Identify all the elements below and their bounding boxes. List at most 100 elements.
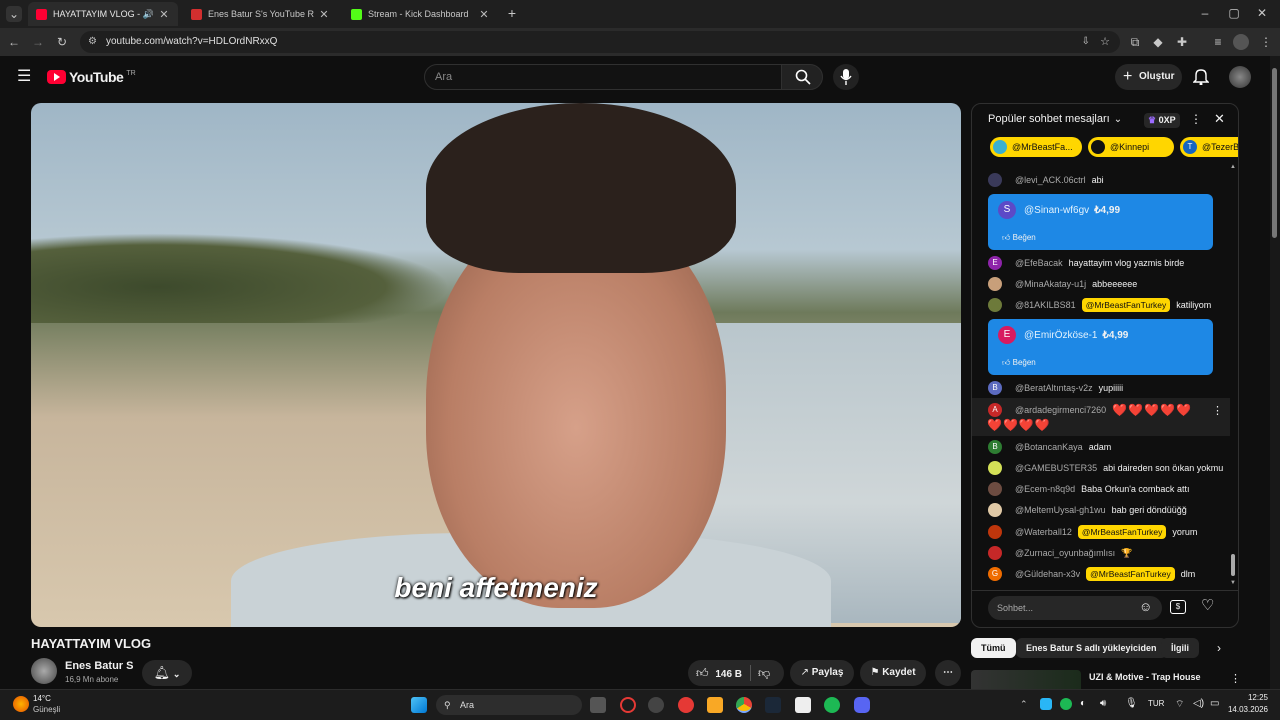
- chat-options-icon[interactable]: ⋮: [1190, 112, 1202, 126]
- tab-kick[interactable]: Stream - Kick Dashboard ✕: [343, 2, 498, 26]
- file-explorer-icon[interactable]: [707, 697, 723, 713]
- audio-icon[interactable]: 🔊: [143, 9, 154, 20]
- taskbar-search[interactable]: ⚲ Ara: [436, 695, 582, 715]
- related-options-icon[interactable]: ⋮: [1230, 672, 1241, 685]
- input-language[interactable]: TUR: [1148, 699, 1164, 708]
- chat-author[interactable]: @MinaAkatay-u1j: [1015, 279, 1086, 289]
- xp-badge[interactable]: ♛ 0XP: [1144, 113, 1180, 128]
- task-view-icon[interactable]: [590, 697, 606, 713]
- site-info-icon[interactable]: ⚙: [88, 31, 97, 53]
- account-avatar[interactable]: [1229, 66, 1251, 88]
- pinned-chip[interactable]: T @TezerB: [1180, 137, 1238, 157]
- mention-chip[interactable]: @MrBeastFanTurkey: [1086, 567, 1175, 581]
- chat-message[interactable]: @81AKILBS81 @MrBeastFanTurkey katiliyom: [988, 297, 1211, 313]
- chat-author[interactable]: @levi_ACK.06ctrl: [1015, 175, 1086, 185]
- capcut-icon[interactable]: [795, 697, 811, 713]
- chat-message[interactable]: B @BeratAltıntaş-v2z yupiiiii: [988, 380, 1123, 396]
- close-chat-icon[interactable]: ✕: [1214, 111, 1225, 127]
- tab-realtime[interactable]: Enes Batur S's YouTube Realtime ✕: [183, 2, 338, 26]
- close-tab-icon[interactable]: ✕: [318, 8, 330, 21]
- page-scrollbar[interactable]: [1270, 56, 1280, 689]
- channel-avatar[interactable]: [31, 658, 57, 684]
- more-actions-button[interactable]: ⋯: [935, 660, 961, 686]
- clock-time[interactable]: 12:25: [1228, 693, 1268, 702]
- mention-chip[interactable]: @MrBeastFanTurkey: [1081, 298, 1171, 312]
- chat-author[interactable]: @Zurnaci_oyunbağımlısı: [1015, 548, 1115, 558]
- scroll-down-icon[interactable]: ▼: [1230, 580, 1236, 586]
- chat-author[interactable]: @EfeBacak: [1015, 258, 1063, 268]
- tray-volume-icon[interactable]: 🔊︎: [1100, 698, 1106, 709]
- minimize-icon[interactable]: –: [1197, 5, 1213, 21]
- tray-chevron-up-icon[interactable]: ⌃: [1020, 699, 1028, 710]
- search-input[interactable]: Ara: [424, 64, 782, 90]
- chat-message[interactable]: G @Güldehan-x3v @MrBeastFanTurkey dlm: [988, 566, 1195, 582]
- chat-message[interactable]: @Waterball12 @MrBeastFanTurkey yorum: [988, 524, 1197, 540]
- weather-temp[interactable]: 14°C: [33, 694, 51, 703]
- pinned-chip[interactable]: @Kinnepi: [1088, 137, 1174, 157]
- superchat-author[interactable]: @Sinan-wf6gv: [1024, 205, 1089, 216]
- install-icon[interactable]: ⇩: [1082, 31, 1090, 53]
- chat-author[interactable]: @Ecem-n8q9d: [1015, 484, 1075, 494]
- save-button[interactable]: ⚑ Kaydet: [860, 660, 926, 686]
- chat-message[interactable]: @Zurnaci_oyunbağımlısı 🏆: [988, 545, 1132, 561]
- extensions-puzzle-icon[interactable]: ✚: [1174, 34, 1190, 50]
- related-video-title[interactable]: UZI & Motive - Trap House: [1089, 672, 1201, 682]
- filter-tab-uploader[interactable]: Enes Batur S adlı yükleyiciden: [1016, 638, 1167, 658]
- opera-icon[interactable]: [620, 697, 636, 713]
- chat-scrollbar[interactable]: ▲ ▼: [1230, 164, 1236, 589]
- weather-sun-icon[interactable]: [13, 696, 29, 712]
- super-chat-icon[interactable]: $: [1170, 600, 1186, 614]
- chat-author[interactable]: @Waterball12: [1015, 527, 1072, 537]
- pinned-chip[interactable]: @MrBeastFa...: [990, 137, 1082, 157]
- battery-icon[interactable]: ▭: [1210, 698, 1219, 709]
- speaker-icon[interactable]: ◁): [1193, 698, 1204, 709]
- superchat-card[interactable]: E @EmirÖzköse-1 ₺4,99 👍︎ Beğen: [988, 319, 1213, 375]
- chat-message[interactable]: @MinaAkatay-u1j abbeeeeee: [988, 276, 1137, 292]
- weather-desc[interactable]: Güneşli: [33, 705, 60, 714]
- chat-author[interactable]: @ardadegirmenci7260: [1015, 405, 1106, 415]
- chat-message[interactable]: @levi_ACK.06ctrl abi: [988, 172, 1104, 188]
- url-input[interactable]: ⚙ youtube.com/watch?v=HDLOrdNRxxQ ⇩ ☆: [80, 31, 1120, 53]
- menu-kebab-icon[interactable]: ⋮: [1258, 34, 1274, 50]
- chat-message[interactable]: @MeltemUysal-gh1wu bab geri döndüüğğ: [988, 502, 1187, 518]
- tray-microphone-icon[interactable]: 🎙︎: [1125, 698, 1138, 709]
- close-window-icon[interactable]: ✕: [1254, 5, 1270, 21]
- forward-icon[interactable]: →: [30, 34, 46, 50]
- chat-mode-dropdown[interactable]: Popüler sohbet mesajları ⌄: [988, 113, 1122, 125]
- chat-author[interactable]: @Güldehan-x3v: [1015, 569, 1080, 579]
- create-button[interactable]: + Oluştur: [1115, 64, 1182, 90]
- filter-tab-all[interactable]: Tümü: [971, 638, 1016, 658]
- wifi-icon[interactable]: ⌔: [1175, 698, 1184, 711]
- extension-icon[interactable]: ◆: [1150, 34, 1166, 50]
- chrome-icon[interactable]: [736, 697, 752, 713]
- like-icon[interactable]: 👍︎: [696, 666, 709, 680]
- steam-icon[interactable]: [765, 697, 781, 713]
- like-count[interactable]: 146 B: [715, 669, 742, 680]
- youtube-logo[interactable]: YouTube TR: [47, 69, 136, 85]
- hamburger-menu-icon[interactable]: ☰: [17, 69, 31, 85]
- superchat-card[interactable]: S @Sinan-wf6gv ₺4,99 👍︎ Beğen: [988, 194, 1213, 250]
- profile-avatar[interactable]: [1233, 34, 1249, 50]
- windows-start-icon[interactable]: [411, 697, 427, 713]
- chat-author[interactable]: @BotancanKaya: [1015, 442, 1083, 452]
- channel-name[interactable]: Enes Batur S: [65, 660, 133, 672]
- app-icon[interactable]: [678, 697, 694, 713]
- message-options-icon[interactable]: ⋮: [1212, 404, 1223, 417]
- chat-author[interactable]: @BeratAltıntaş-v2z: [1015, 383, 1093, 393]
- chat-author[interactable]: @GAMEBUSTER35: [1015, 463, 1097, 473]
- back-icon[interactable]: ←: [6, 34, 22, 50]
- tab-youtube[interactable]: HAYATTAYIM VLOG - YouTube 🔊 ✕: [28, 2, 178, 26]
- tray-app-icon[interactable]: ◐: [1080, 698, 1086, 709]
- chat-message[interactable]: E @EfeBacak hayattayim vlog yazmis birde: [988, 255, 1184, 271]
- reading-list-icon[interactable]: ≡: [1210, 34, 1226, 50]
- chat-message[interactable]: @GAMEBUSTER35 abi daireden son öıkan yok…: [988, 460, 1223, 476]
- heart-icon[interactable]: ♡: [1201, 598, 1214, 614]
- tray-app-icon[interactable]: [1040, 698, 1052, 710]
- tab-search-icon[interactable]: ⌄: [6, 6, 22, 22]
- superchat-like-button[interactable]: 👍︎ Beğen: [1002, 358, 1036, 368]
- filter-tab-related[interactable]: İlgili: [1161, 638, 1199, 658]
- chat-author[interactable]: @81AKILBS81: [1015, 300, 1076, 310]
- tray-spotify-icon[interactable]: [1060, 698, 1072, 710]
- app-icon[interactable]: [648, 697, 664, 713]
- superchat-author[interactable]: @EmirÖzköse-1: [1024, 330, 1098, 341]
